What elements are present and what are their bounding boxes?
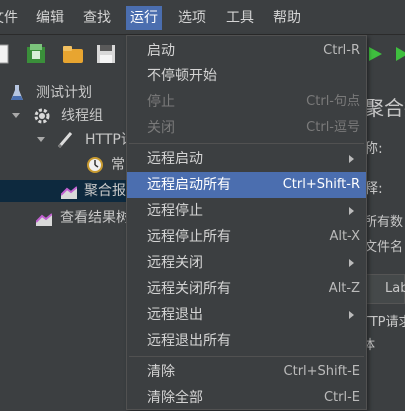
all-data-label: 所有数 — [364, 215, 404, 230]
timer-icon — [87, 157, 103, 173]
shortcut: Ctrl-R — [323, 43, 360, 58]
menu-item-clear-all[interactable]: 清除全部 Ctrl-E — [127, 385, 366, 411]
menu-item-remote-start-all[interactable]: 远程启动所有 Ctrl+Shift-R — [127, 172, 366, 198]
tree-item-test-plan[interactable]: 测试计划 — [10, 82, 135, 104]
test-plan-tree: 测试计划 线程组 HTTP请求 常 聚合报告 查看结果树 — [0, 78, 149, 410]
menu-edit[interactable]: 编辑 — [32, 6, 68, 30]
menu-item-clear[interactable]: 清除 Ctrl+Shift-E — [127, 359, 366, 385]
pen-icon — [57, 131, 73, 149]
menu-tools[interactable]: 工具 — [222, 6, 258, 30]
table-row[interactable]: TTP请求 — [362, 311, 405, 330]
menu-search[interactable]: 查找 — [79, 6, 115, 30]
menu-item-remote-start[interactable]: 远程启动 — [127, 146, 366, 172]
shortcut: Alt-Z — [328, 281, 360, 296]
start-no-pause-icon[interactable] — [396, 43, 405, 65]
tree-item-view-results[interactable]: 查看结果树 — [35, 207, 135, 229]
shortcut: Alt-X — [329, 229, 360, 244]
menu-item-stop[interactable]: 停止 Ctrl-句点 — [127, 89, 366, 115]
chart-icon — [60, 183, 78, 199]
table-header: Lab — [362, 274, 405, 304]
tree-item-thread-group[interactable]: 线程组 — [12, 105, 135, 127]
menu-item-remote-exit-all[interactable]: 远程退出所有 — [127, 328, 366, 354]
menu-options[interactable]: 选项 — [174, 6, 210, 30]
submenu-arrow-icon — [349, 207, 354, 215]
menu-item-remote-stop[interactable]: 远程停止 — [127, 198, 366, 224]
new-file-icon[interactable] — [0, 43, 14, 65]
menu-item-shutdown[interactable]: 关闭 Ctrl-逗号 — [127, 115, 366, 141]
menu-item-remote-shutdown-all[interactable]: 远程关闭所有 Alt-Z — [127, 276, 366, 302]
menu-item-remote-exit[interactable]: 远程退出 — [127, 302, 366, 328]
file-name-label: 文件名 — [364, 240, 404, 255]
menu-separator — [129, 356, 364, 357]
shortcut: Ctrl-句点 — [306, 94, 360, 109]
menu-file[interactable]: 文件 — [0, 6, 22, 30]
chevron-down-icon[interactable] — [37, 137, 45, 142]
menu-item-remote-shutdown[interactable]: 远程关闭 — [127, 250, 366, 276]
menu-run[interactable]: 运行 — [126, 6, 162, 30]
tree-item-http-request[interactable]: HTTP请求 — [37, 129, 149, 151]
menu-help[interactable]: 帮助 — [269, 6, 305, 30]
menu-item-start-no-pause[interactable]: 不停顿开始 — [127, 63, 366, 89]
chevron-down-icon[interactable] — [12, 113, 20, 118]
flask-icon — [10, 85, 24, 101]
run-menu-dropdown: 启动 Ctrl-R 不停顿开始 停止 Ctrl-句点 关闭 Ctrl-逗号 远程… — [126, 35, 367, 410]
open-folder-icon[interactable] — [62, 43, 83, 65]
submenu-arrow-icon — [349, 311, 354, 319]
submenu-arrow-icon — [349, 155, 354, 163]
gear-icon — [34, 108, 50, 124]
menu-item-start[interactable]: 启动 Ctrl-R — [127, 38, 366, 64]
templates-icon[interactable] — [26, 43, 45, 65]
menu-item-remote-stop-all[interactable]: 远程停止所有 Alt-X — [127, 224, 366, 250]
table-header-label: Lab — [385, 281, 405, 296]
menu-separator — [129, 143, 364, 144]
tree-item-aggregate-report[interactable]: 聚合报告 — [0, 180, 140, 202]
menubar: 文件 编辑 查找 运行 选项 工具 帮助 — [0, 0, 405, 35]
panel-title: 聚合报 — [364, 96, 405, 120]
chart-icon — [35, 210, 53, 226]
save-icon[interactable] — [96, 43, 115, 65]
submenu-arrow-icon — [349, 259, 354, 267]
shortcut: Ctrl-E — [323, 390, 360, 405]
shortcut: Ctrl+Shift-R — [282, 177, 360, 192]
shortcut: Ctrl-逗号 — [306, 120, 360, 135]
start-icon[interactable] — [369, 43, 387, 65]
shortcut: Ctrl+Shift-E — [283, 364, 360, 379]
